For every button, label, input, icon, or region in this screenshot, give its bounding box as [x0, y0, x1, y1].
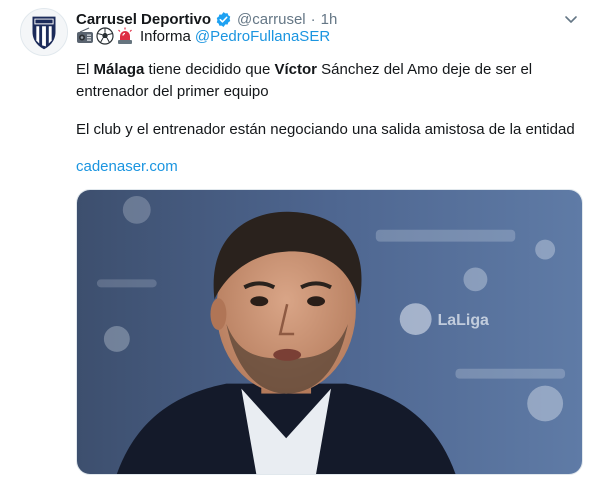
tweet-paragraph-1: El Málaga tiene decidido que Víctor Sánc…: [76, 59, 576, 103]
author-name[interactable]: Carrusel Deportivo: [76, 11, 211, 28]
avatar[interactable]: [20, 8, 68, 56]
author-handle[interactable]: @carrusel: [237, 11, 306, 28]
informa-line: Informa @PedroFullanaSER: [76, 26, 330, 46]
separator-dot: ·: [310, 10, 316, 28]
tweet-paragraph-2: El club y el entrenador están negociando…: [76, 121, 575, 138]
text-part: El: [76, 61, 94, 78]
soccer-ball-icon: [96, 27, 114, 45]
sponsor-logo-text: LaLiga: [438, 312, 489, 329]
tweet-text: El Málaga tiene decidido que Víctor Sánc…: [76, 59, 576, 157]
tweet-timestamp[interactable]: 1h: [321, 11, 338, 28]
tweet-photo[interactable]: LaLiga: [76, 189, 583, 475]
verified-badge-icon: [216, 11, 231, 27]
informa-label: Informa: [140, 27, 191, 45]
text-part: tiene decidido que: [144, 61, 275, 78]
tweet-card[interactable]: Carrusel Deportivo @carrusel · 1h Inform…: [0, 0, 594, 486]
chevron-down-icon[interactable]: [562, 10, 580, 28]
bold-coach-name: Víctor: [274, 61, 317, 78]
shield-logo-icon: [21, 9, 67, 55]
siren-icon: [118, 27, 132, 44]
radio-icon: [77, 27, 93, 43]
mention-link[interactable]: @PedroFullanaSER: [195, 28, 330, 45]
bold-team-name: Málaga: [93, 61, 145, 78]
photo-press-conference: LaLiga: [77, 190, 582, 474]
article-link[interactable]: cadenaser.com: [76, 158, 178, 175]
